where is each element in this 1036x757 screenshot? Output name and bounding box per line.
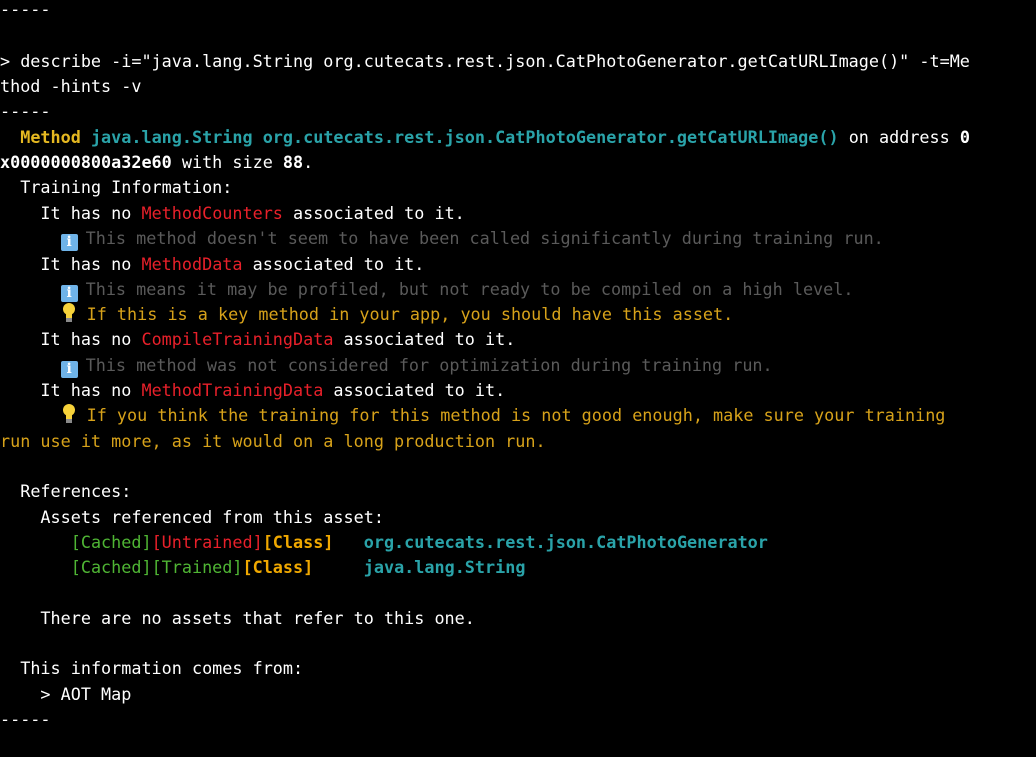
class-tag: [Class]	[242, 557, 314, 577]
method-counters-info-text: This method doesn't seem to have been ca…	[85, 228, 884, 248]
source-item: > AOT Map	[40, 684, 132, 704]
lightbulb-icon	[61, 303, 77, 323]
no-referrers-line: There are no assets that refer to this o…	[40, 608, 475, 628]
method-training-data-tip-cont: run use it more, as it would on a long p…	[0, 429, 546, 454]
references-title: References:	[20, 481, 132, 501]
training-title-text: Training Information:	[20, 177, 233, 197]
lightbulb-icon	[61, 404, 77, 424]
info-icon: i	[60, 234, 78, 251]
method-data-tip-text: If this is a key method in your app, you…	[86, 304, 734, 324]
on-address-text: on address	[838, 127, 960, 147]
reference-class-name: org.cutecats.rest.json.CatPhotoGenerator	[363, 532, 768, 552]
untrained-tag: [Untrained]	[151, 532, 263, 552]
references-subtitle: Assets referenced from this asset:	[40, 507, 384, 527]
compile-training-data-info-text: This method was not considered for optim…	[85, 355, 773, 375]
method-data-label: MethodData	[141, 254, 243, 274]
trained-tag: [Trained]	[151, 557, 243, 577]
method-training-data-label: MethodTrainingData	[141, 380, 324, 400]
method-training-data-tip-text-2: run use it more, as it would on a long p…	[0, 431, 546, 451]
with-size-text: with size	[171, 152, 283, 172]
method-counters-label: MethodCounters	[141, 203, 283, 223]
method-data-info-text: This means it may be profiled, but not r…	[85, 279, 854, 299]
method-size: 88	[282, 152, 304, 172]
separator-mid: -----	[0, 101, 51, 121]
reference-item: [Cached][Untrained][Class] org.cutecats.…	[0, 530, 768, 555]
info-icon: i	[60, 285, 78, 302]
class-tag: [Class]	[262, 532, 334, 552]
address-part-2: x0000000800a32e60	[0, 152, 172, 172]
method-data-line: It has no MethodData associated to it.	[40, 254, 425, 274]
terminal-window[interactable]: ----- > describe -i="java.lang.String or…	[0, 0, 1036, 757]
command-line-1: > describe -i="java.lang.String org.cute…	[0, 51, 970, 71]
compile-training-data-label: CompileTrainingData	[141, 329, 334, 349]
method-training-data-tip-text-1: If you think the training for this metho…	[86, 405, 946, 425]
info-icon: i	[60, 361, 78, 378]
method-counters-line: It has no MethodCounters associated to i…	[40, 203, 465, 223]
method-data-tip: If this is a key method in your app, you…	[0, 302, 733, 327]
separator-bottom: -----	[0, 709, 51, 729]
source-title: This information comes from:	[20, 658, 304, 678]
method-counters-info: i This method doesn't seem to have been c…	[0, 226, 884, 251]
method-keyword: Method	[20, 127, 81, 147]
method-signature: java.lang.String org.cutecats.rest.json.…	[90, 127, 839, 147]
compile-training-data-line: It has no CompileTrainingData associated…	[40, 329, 516, 349]
cached-tag: [Cached]	[70, 557, 152, 577]
address-part-1: 0	[959, 127, 970, 147]
method-header-line: Method java.lang.String org.cutecats.res…	[0, 125, 970, 150]
reference-class-name: java.lang.String	[363, 557, 526, 577]
method-data-info: i This means it may be profiled, but not …	[0, 277, 853, 302]
method-header-line-2: x0000000800a32e60 with size 88.	[0, 150, 313, 175]
command-line-2: thod -hints -v	[0, 76, 142, 96]
compile-training-data-info: i This method was not considered for opti…	[0, 353, 773, 378]
separator-top: -----	[0, 0, 51, 19]
header-period: .	[303, 152, 314, 172]
training-title: Training Information:	[0, 175, 232, 200]
method-training-data-line: It has no MethodTrainingData associated …	[40, 380, 506, 400]
cached-tag: [Cached]	[70, 532, 152, 552]
method-training-data-tip: If you think the training for this metho…	[0, 403, 945, 428]
reference-item: [Cached][Trained][Class] java.lang.Strin…	[0, 555, 526, 580]
